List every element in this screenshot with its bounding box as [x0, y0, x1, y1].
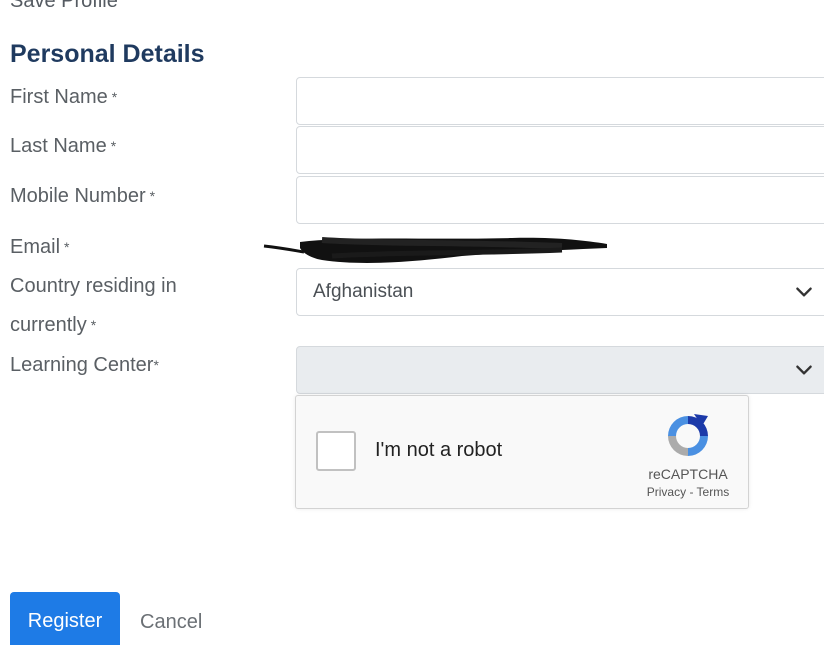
required-marker: *: [153, 357, 159, 373]
required-marker: *: [149, 188, 156, 204]
country-label-line2: currently: [10, 314, 87, 336]
recaptcha-widget: I'm not a robot reCAPTCHA Privacy - Term…: [295, 395, 749, 509]
mobile-number-label: Mobile Number *: [10, 182, 155, 210]
required-marker: *: [90, 317, 97, 333]
register-button[interactable]: Register: [10, 592, 120, 645]
country-label-line1: Country residing in: [10, 275, 177, 297]
country-select[interactable]: Afghanistan: [296, 268, 824, 316]
required-marker: *: [64, 239, 70, 255]
section-title: Personal Details: [10, 40, 205, 68]
learning-center-select[interactable]: [296, 346, 824, 394]
first-name-input[interactable]: [296, 77, 824, 125]
cancel-button[interactable]: Cancel: [140, 609, 202, 635]
learning-center-label: Learning Center*: [10, 351, 159, 379]
chevron-down-icon: [796, 287, 812, 297]
country-select-value: Afghanistan: [313, 281, 414, 302]
email-label: Email *: [10, 233, 69, 261]
country-label-line2-wrap: currently *: [10, 311, 177, 339]
recaptcha-privacy-terms[interactable]: Privacy - Terms: [636, 485, 740, 499]
mobile-number-label-text: Mobile Number: [10, 185, 146, 207]
recaptcha-brand: reCAPTCHA: [648, 466, 728, 482]
last-name-label: Last Name *: [10, 132, 116, 160]
recaptcha-checkbox[interactable]: [316, 431, 356, 471]
learning-center-label-text: Learning Center: [10, 354, 154, 376]
first-name-label-text: First Name: [10, 86, 108, 108]
last-name-input[interactable]: [296, 126, 824, 174]
first-name-label: First Name *: [10, 83, 117, 111]
required-marker: *: [110, 138, 117, 154]
email-redaction-scribble: [263, 237, 607, 263]
mobile-number-input[interactable]: [296, 176, 824, 224]
recaptcha-logo-icon: [668, 414, 708, 456]
email-label-text: Email: [10, 236, 61, 258]
registration-page: Save Profile Personal Details First Name…: [0, 0, 824, 645]
required-marker: *: [111, 89, 118, 105]
chevron-down-icon: [796, 365, 812, 375]
last-name-label-text: Last Name: [10, 135, 107, 157]
recaptcha-label: I'm not a robot: [375, 439, 503, 461]
save-profile-link[interactable]: Save Profile: [10, 0, 118, 13]
country-label: Country residing in currently *: [10, 272, 177, 339]
